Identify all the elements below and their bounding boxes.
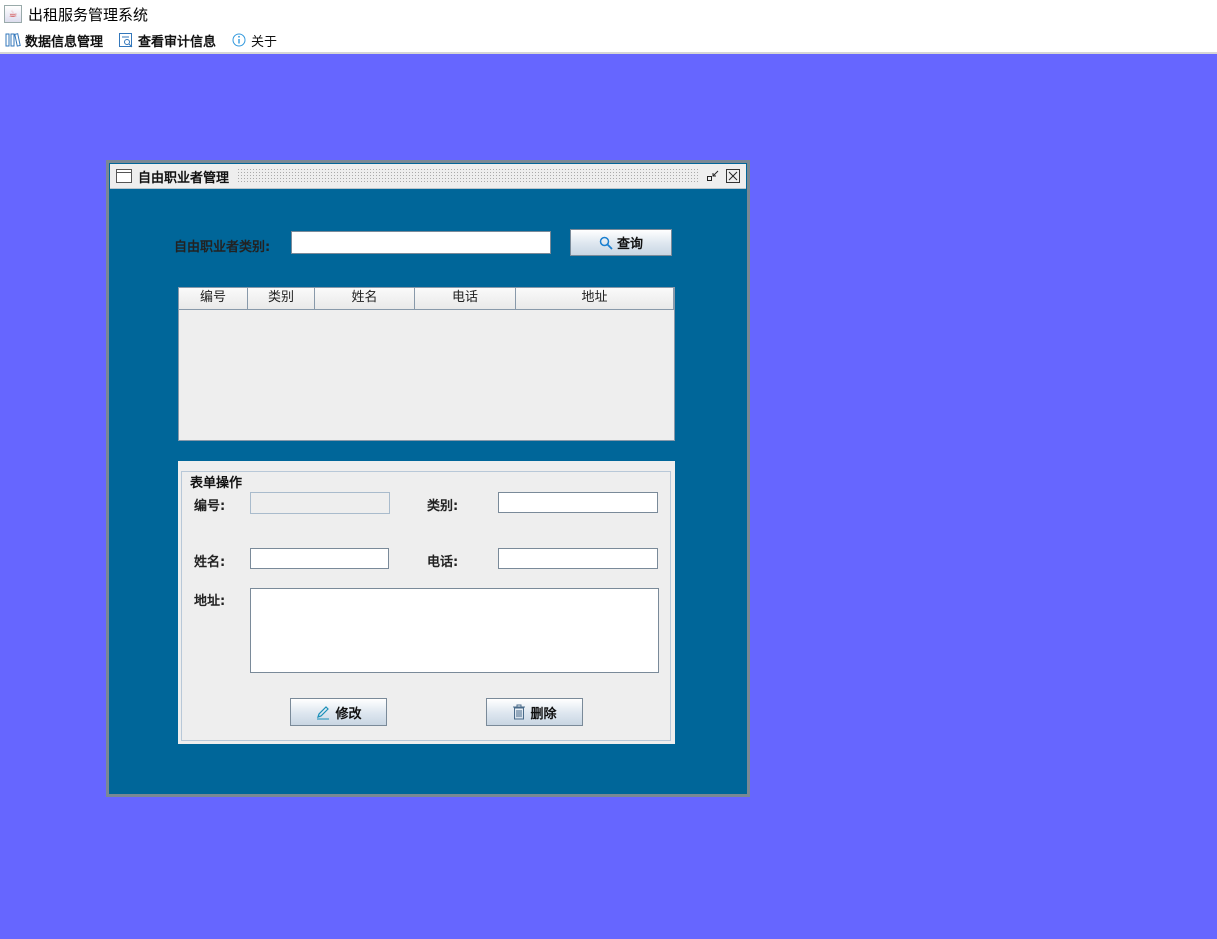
id-field <box>250 492 390 514</box>
audit-icon <box>118 32 134 48</box>
form-legend: 表单操作 <box>188 472 245 491</box>
query-button-label: 查询 <box>616 237 643 252</box>
menu-about-label: 关于 <box>251 34 278 50</box>
pencil-icon <box>315 704 331 720</box>
frame-titlebar[interactable]: 自由职业者管理 <box>110 164 746 189</box>
category-label: 类别: <box>427 499 459 514</box>
table-header: 编号 类别 姓名 电话 地址 <box>179 288 674 310</box>
column-header-name[interactable]: 姓名 <box>315 288 415 309</box>
close-icon <box>728 171 738 181</box>
java-app-icon: ☕ <box>4 5 22 23</box>
category-field[interactable] <box>498 492 658 513</box>
menu-audit-info-label: 查看审计信息 <box>138 34 217 50</box>
close-button[interactable] <box>726 169 740 183</box>
delete-button-label: 删除 <box>530 706 557 722</box>
edit-button-label: 修改 <box>335 706 362 722</box>
form-panel: 表单操作 编号: 类别: 姓名: 电话: 地址: 修改 删除 <box>178 461 675 744</box>
frame-title: 自由职业者管理 <box>138 170 230 186</box>
name-field[interactable] <box>250 548 389 569</box>
category-search-label: 自由职业者类别: <box>174 240 271 255</box>
id-label: 编号: <box>194 499 226 514</box>
menu-bar: 数据信息管理 查看审计信息 关于 <box>0 28 1217 54</box>
info-icon <box>231 32 247 48</box>
column-header-address[interactable]: 地址 <box>516 288 674 309</box>
minimize-button[interactable] <box>706 169 720 183</box>
minimize-icon <box>707 170 719 181</box>
app-title: 出租服务管理系统 <box>28 5 149 24</box>
menu-data-management[interactable]: 数据信息管理 <box>5 31 103 50</box>
column-header-phone[interactable]: 电话 <box>415 288 516 309</box>
address-textarea[interactable] <box>250 588 659 673</box>
name-label: 姓名: <box>194 555 226 570</box>
menu-audit-info[interactable]: 查看审计信息 <box>118 31 216 50</box>
trash-icon <box>512 704 526 720</box>
menu-data-management-label: 数据信息管理 <box>25 34 104 50</box>
menu-about[interactable]: 关于 <box>231 31 277 50</box>
search-icon <box>599 236 613 250</box>
freelancer-table[interactable]: 编号 类别 姓名 电话 地址 <box>178 287 675 441</box>
column-header-id[interactable]: 编号 <box>179 288 248 309</box>
frame-content: 自由职业者管理 自由职业者类别: 查询 编号 类别 姓名 电话 地址 表单操作 … <box>109 163 747 794</box>
app-titlebar: ☕ 出租服务管理系统 <box>0 0 1217 28</box>
database-icon <box>5 32 21 48</box>
column-header-category[interactable]: 类别 <box>248 288 315 309</box>
delete-button[interactable]: 删除 <box>486 698 583 726</box>
address-label: 地址: <box>194 594 226 609</box>
titlebar-grip <box>237 168 700 184</box>
phone-label: 电话: <box>427 555 459 570</box>
window-icon <box>116 169 132 183</box>
phone-field[interactable] <box>498 548 658 569</box>
edit-button[interactable]: 修改 <box>290 698 387 726</box>
freelancer-internal-frame: 自由职业者管理 自由职业者类别: 查询 编号 类别 姓名 电话 地址 表单操作 … <box>106 160 750 797</box>
query-button[interactable]: 查询 <box>570 229 672 256</box>
category-search-input[interactable] <box>291 231 551 254</box>
